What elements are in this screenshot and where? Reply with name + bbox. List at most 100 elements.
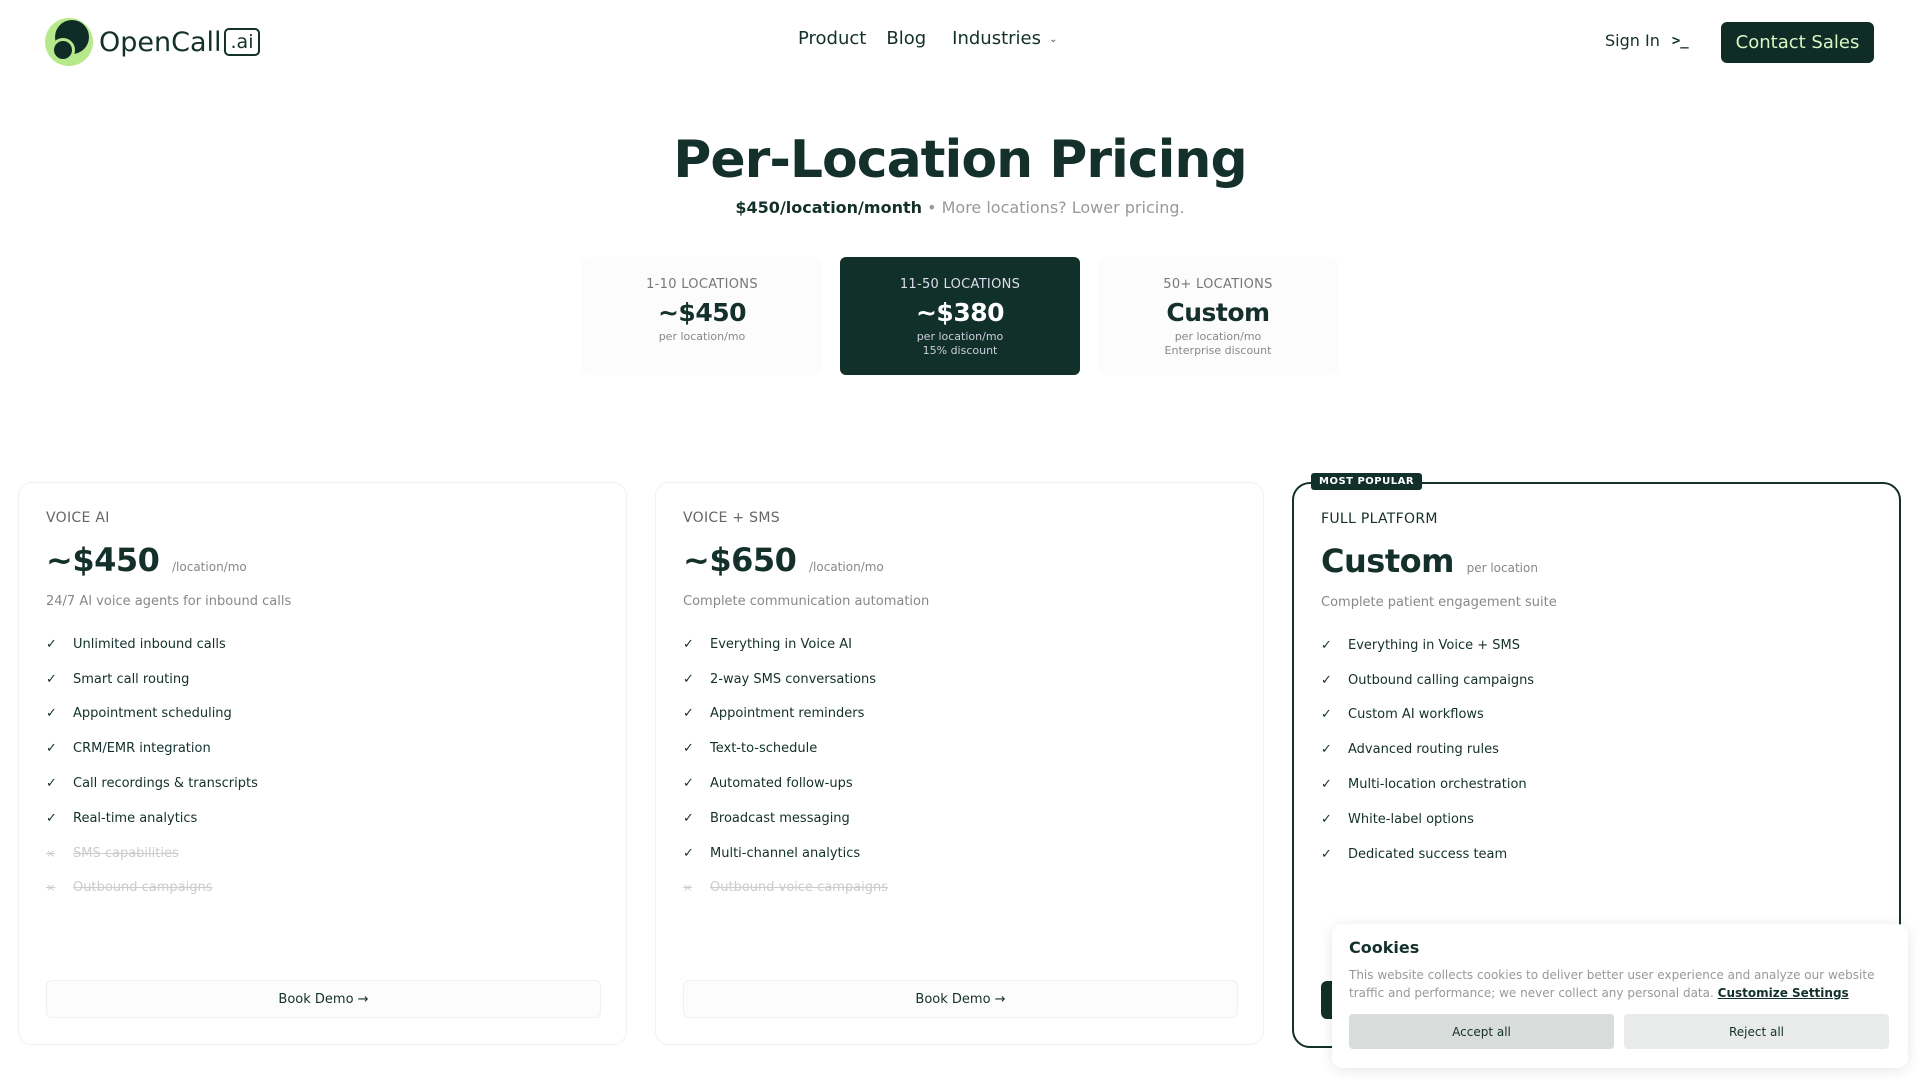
check-icon: ✓ bbox=[1321, 637, 1332, 653]
cookie-title: Cookies bbox=[1349, 938, 1420, 957]
feature-label: Appointment scheduling bbox=[73, 706, 232, 722]
tier-price: ~$380 bbox=[915, 298, 1005, 327]
check-icon: ✓ bbox=[1321, 707, 1332, 723]
feature-item: ✓ Multi-location orchestration bbox=[1321, 767, 1534, 802]
feature-item: ✓ Call recordings & transcripts bbox=[46, 766, 258, 801]
nav-industries[interactable]: Industries ⌄ bbox=[952, 28, 1057, 49]
plan-price-value: Custom bbox=[1321, 542, 1454, 580]
feature-item: ✓ Advanced routing rules bbox=[1321, 732, 1534, 767]
book-demo-button[interactable]: Book Demo → bbox=[683, 980, 1238, 1018]
tier-price: Custom bbox=[1166, 298, 1270, 327]
check-icon: ✓ bbox=[683, 776, 694, 792]
check-icon: ✓ bbox=[683, 845, 694, 861]
plan-description: Complete patient engagement suite bbox=[1321, 595, 1557, 610]
feature-item: ✓ Everything in Voice AI bbox=[683, 627, 888, 662]
feature-label: Multi-channel analytics bbox=[710, 845, 861, 861]
feature-label: Real-time analytics bbox=[73, 810, 198, 826]
check-icon: ✓ bbox=[1321, 846, 1332, 862]
reject-all-button[interactable]: Reject all bbox=[1624, 1014, 1889, 1049]
feature-item-disabled: × SMS capabilities bbox=[46, 836, 258, 871]
feature-item: ✓ Multi-channel analytics bbox=[683, 836, 888, 871]
price-highlight: $450/location/month bbox=[735, 198, 922, 217]
feature-label: CRM/EMR integration bbox=[73, 741, 211, 757]
tier-discount: 15% discount bbox=[922, 344, 998, 357]
plan-price-value: ~$450 bbox=[46, 541, 160, 579]
terminal-icon: >_ bbox=[1671, 32, 1689, 49]
feature-item: ✓ Everything in Voice + SMS bbox=[1321, 628, 1534, 663]
sign-in-label: Sign In bbox=[1605, 31, 1660, 50]
feature-item: ✓ Dedicated success team bbox=[1321, 837, 1534, 872]
feature-label: Automated follow-ups bbox=[710, 776, 853, 792]
plan-price-unit: /location/mo bbox=[809, 560, 884, 574]
plan-price-unit: /location/mo bbox=[172, 560, 247, 574]
feature-item-disabled: × Outbound voice campaigns bbox=[683, 871, 888, 906]
most-popular-badge: MOST POPULAR bbox=[1311, 473, 1423, 490]
feature-label: Text-to-schedule bbox=[710, 741, 818, 757]
check-icon: ✓ bbox=[1321, 742, 1332, 758]
check-icon: ✓ bbox=[683, 671, 694, 687]
plan-price-value: ~$650 bbox=[683, 541, 797, 579]
feature-label: Outbound calling campaigns bbox=[1348, 672, 1535, 688]
nav-blog[interactable]: Blog bbox=[886, 28, 926, 49]
feature-label: Everything in Voice + SMS bbox=[1348, 637, 1520, 653]
sign-in-link[interactable]: Sign In >_ bbox=[1605, 31, 1689, 50]
feature-item: ✓ 2-way SMS conversations bbox=[683, 662, 888, 697]
plan-description: 24/7 AI voice agents for inbound calls bbox=[46, 594, 292, 609]
tier-50-plus[interactable]: 50+ LOCATIONS Custom per location/mo Ent… bbox=[1098, 257, 1338, 375]
check-icon: ✓ bbox=[46, 741, 57, 757]
plan-name: FULL PLATFORM bbox=[1321, 511, 1438, 527]
page-subtitle: $450/location/month • More locations? Lo… bbox=[0, 198, 1920, 217]
check-icon: ✓ bbox=[46, 706, 57, 722]
tier-1-10[interactable]: 1-10 LOCATIONS ~$450 per location/mo bbox=[582, 257, 822, 375]
check-icon: ✓ bbox=[1321, 811, 1332, 827]
contact-sales-button[interactable]: Contact Sales bbox=[1721, 22, 1874, 63]
tier-11-50[interactable]: 11-50 LOCATIONS ~$380 per location/mo 15… bbox=[840, 257, 1080, 375]
feature-item: ✓ CRM/EMR integration bbox=[46, 731, 258, 766]
chevron-down-icon: ⌄ bbox=[1048, 33, 1058, 45]
feature-item: ✓ Real-time analytics bbox=[46, 801, 258, 836]
nav-industries-label: Industries bbox=[952, 28, 1041, 49]
check-icon: ✓ bbox=[683, 810, 694, 826]
tier-discount: Enterprise discount bbox=[1164, 344, 1272, 357]
logo-badge: .ai bbox=[223, 28, 261, 56]
price-note: • More locations? Lower pricing. bbox=[922, 198, 1185, 217]
feature-list: ✓ Everything in Voice + SMS ✓ Outbound cal… bbox=[1321, 628, 1534, 872]
feature-item: ✓ White-label options bbox=[1321, 802, 1534, 837]
feature-label: Advanced routing rules bbox=[1348, 742, 1499, 758]
cookie-banner: Cookies This website collects cookies to… bbox=[1332, 924, 1908, 1068]
accept-all-button[interactable]: Accept all bbox=[1349, 1014, 1614, 1049]
feature-label: Multi-location orchestration bbox=[1348, 777, 1527, 793]
feature-label: Everything in Voice AI bbox=[710, 636, 852, 652]
tier-label: 50+ LOCATIONS bbox=[1163, 277, 1273, 292]
check-icon: ✓ bbox=[46, 671, 57, 687]
feature-label: Smart call routing bbox=[73, 671, 190, 687]
feature-item: ✓ Unlimited inbound calls bbox=[46, 627, 258, 662]
tier-note: per location/mo bbox=[916, 330, 1004, 343]
feature-item: ✓ Automated follow-ups bbox=[683, 766, 888, 801]
plan-price: Custom per location bbox=[1321, 542, 1538, 580]
plan-price: ~$450 /location/mo bbox=[46, 541, 247, 579]
feature-item: ✓ Broadcast messaging bbox=[683, 801, 888, 836]
feature-label: SMS capabilities bbox=[73, 845, 179, 861]
check-icon: ✓ bbox=[46, 636, 57, 652]
plan-name: VOICE + SMS bbox=[683, 510, 780, 526]
feature-label: Custom AI workflows bbox=[1348, 707, 1484, 723]
feature-item: ✓ Text-to-schedule bbox=[683, 731, 888, 766]
plan-card-voice-ai: VOICE AI ~$450 /location/mo 24/7 AI voic… bbox=[18, 482, 627, 1045]
feature-label: Outbound campaigns bbox=[73, 880, 213, 896]
feature-label: Call recordings & transcripts bbox=[73, 776, 258, 792]
book-demo-button[interactable]: Book Demo → bbox=[46, 980, 601, 1018]
feature-label: Broadcast messaging bbox=[710, 810, 850, 826]
check-icon: ✓ bbox=[1321, 672, 1332, 688]
customize-settings-link[interactable]: Customize Settings bbox=[1718, 986, 1849, 1000]
check-icon: ✓ bbox=[46, 810, 57, 826]
nav-product[interactable]: Product bbox=[798, 28, 866, 49]
feature-item: ✓ Outbound calling campaigns bbox=[1321, 663, 1534, 698]
logo-text: OpenCall bbox=[99, 26, 222, 58]
location-tier-selector: 1-10 LOCATIONS ~$450 per location/mo 11-… bbox=[582, 257, 1338, 375]
feature-list: ✓ Unlimited inbound calls ✓ Smart call rou… bbox=[46, 627, 258, 905]
plan-price-unit: per location bbox=[1466, 561, 1538, 575]
feature-list: ✓ Everything in Voice AI ✓ 2-way SMS conve… bbox=[683, 627, 888, 905]
feature-item: ✓ Custom AI workflows bbox=[1321, 698, 1534, 733]
logo[interactable]: OpenCall .ai bbox=[45, 18, 261, 66]
